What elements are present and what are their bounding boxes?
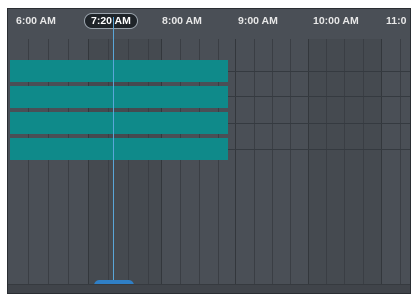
event-bar[interactable] <box>10 138 228 160</box>
event-bar[interactable] <box>10 112 228 134</box>
grid-line <box>344 39 345 287</box>
grid-line <box>254 39 255 287</box>
grid-line <box>363 39 364 287</box>
event-bar[interactable] <box>10 60 228 82</box>
row-divider <box>228 149 410 150</box>
horizontal-scrollbar[interactable] <box>8 284 410 293</box>
grid-line <box>272 39 273 287</box>
time-header: 6:00 AM 7:20 AM 8:00 AM 9:00 AM 10:00 AM… <box>8 9 410 39</box>
timeline-view: 6:00 AM 7:20 AM 8:00 AM 9:00 AM 10:00 AM… <box>7 8 411 294</box>
current-time-indicator[interactable]: 7:20 AM <box>84 13 138 29</box>
timeline-grid[interactable] <box>8 39 410 293</box>
grid-line <box>290 39 291 287</box>
current-time-line <box>113 17 114 287</box>
grid-line <box>381 39 382 287</box>
hour-label-9am: 9:00 AM <box>238 15 278 27</box>
hour-label-6am: 6:00 AM <box>16 15 56 27</box>
grid-line <box>400 39 401 287</box>
grid-line <box>308 39 309 287</box>
event-bar[interactable] <box>10 86 228 108</box>
hour-label-10am: 10:00 AM <box>313 15 359 27</box>
grid-line <box>235 39 236 287</box>
hour-label-8am: 8:00 AM <box>162 15 202 27</box>
row-divider <box>228 96 410 97</box>
hour-label-11am: 11:0 <box>386 15 407 27</box>
grid-line <box>326 39 327 287</box>
highlight-band <box>308 39 382 287</box>
row-divider <box>228 71 410 72</box>
row-divider <box>228 123 410 124</box>
